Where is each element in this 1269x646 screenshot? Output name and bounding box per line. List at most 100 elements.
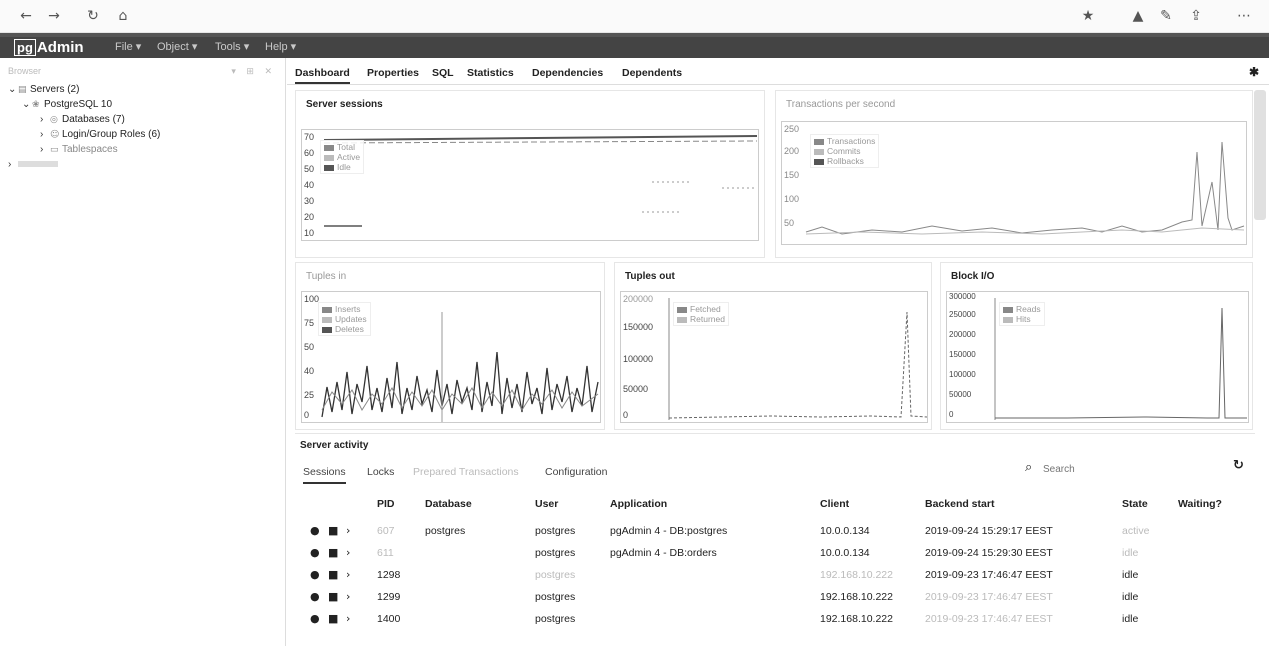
col-header-database[interactable]: Database [425,498,472,510]
cell-state: idle [1122,547,1139,559]
tab-dependencies[interactable]: Dependencies [532,67,603,79]
expand-icon[interactable]: › [346,591,357,602]
cell-state: idle [1122,569,1139,581]
menu-file[interactable]: File ▾ [115,39,141,56]
expand-icon[interactable]: › [346,547,357,558]
table-row[interactable]: ● ■ › 607 postgres postgres pgAdmin 4 - … [300,520,1250,542]
legend-item: Rollbacks [814,156,875,166]
stop-icon[interactable]: ■ [328,591,339,602]
subtab-sessions[interactable]: Sessions [303,466,346,484]
cell-client: 10.0.0.134 [820,547,870,559]
pin-icon[interactable]: ✱ [1249,65,1259,79]
expand-icon[interactable]: › [346,613,357,624]
database-icon: ◎ [50,115,58,125]
refresh-icon[interactable]: ↻ [1233,458,1244,473]
tree-header: Browser ▾ ⊞ ✕ [0,66,286,80]
col-header-client[interactable]: Client [820,498,849,510]
server-sessions-lines [323,135,758,227]
search-icon[interactable]: ⌕ [1025,460,1032,475]
tps-legend: Transactions Commits Rollbacks [810,134,880,168]
search-input[interactable] [1043,460,1243,478]
terminate-icon[interactable]: ● [310,547,321,558]
cell-database: postgres [425,525,466,537]
tab-dashboard[interactable]: Dashboard [295,67,350,84]
tuples-in-plot: 100 75 50 40 25 0 Inserts Updates Delete… [301,291,601,423]
tab-dependents[interactable]: Dependents [622,67,682,79]
legend-item: Total [324,142,360,152]
graph-title: Block I/O [951,271,995,282]
cell-user: postgres [535,569,576,581]
tuples-in-legend: Inserts Updates Deletes [318,302,371,336]
cell-pid: 1400 [377,613,401,625]
object-tabs: Dashboard Properties SQL Statistics Depe… [287,61,1269,85]
reload-icon[interactable]: ↻ [85,8,101,24]
arrow-left-icon[interactable]: ← [18,8,34,24]
menubar: pg Admin File ▾ Object ▾ Tools ▾ Help ▾ [0,33,1269,58]
terminate-icon[interactable]: ● [310,591,321,602]
graph-title: Transactions per second [786,99,896,110]
tree-node-databases[interactable]: › ◎ Databases (7) [40,113,125,126]
cell-backend-start: 2019-09-24 15:29:30 EEST [925,547,1053,559]
table-row[interactable]: ● ■ › 1298 postgres 192.168.10.222 2019-… [300,564,1250,586]
subtab-locks[interactable]: Locks [367,466,394,478]
tab-sql[interactable]: SQL [432,67,454,79]
legend-item: Hits [1003,314,1041,324]
col-header-waiting[interactable]: Waiting? [1178,498,1222,510]
menu-help[interactable]: Help ▾ [265,39,296,56]
col-header-state[interactable]: State [1122,498,1148,510]
table-row[interactable]: ● ■ › 611 postgres pgAdmin 4 - DB:orders… [300,542,1250,564]
expand-icon[interactable]: › [346,525,357,536]
terminate-icon[interactable]: ● [310,613,321,624]
tree-node-servers[interactable]: ⌄ ▤ Servers (2) [8,83,79,96]
home-icon[interactable]: ⌂ [115,8,131,24]
graph-block-io: Block I/O 300000 250000 200000 150000 10… [940,262,1253,430]
tree-node-roles[interactable]: › ☺ Login/Group Roles (6) [40,128,160,141]
tuples-out-legend: Fetched Returned [673,302,729,326]
cell-pid: 607 [377,525,395,537]
tree-controls[interactable]: ▾ ⊞ ✕ [231,66,276,77]
tab-properties[interactable]: Properties [367,67,419,79]
tree-node-collapsed[interactable]: › [8,158,58,171]
cell-user: postgres [535,591,576,603]
tree-title: Browser [8,66,42,76]
stop-icon[interactable]: ■ [328,525,339,536]
stop-icon[interactable]: ■ [328,613,339,624]
cell-client: 192.168.10.222 [820,613,893,625]
stop-icon[interactable]: ■ [328,569,339,580]
cell-state: active [1122,525,1150,537]
menu-tools[interactable]: Tools ▾ [215,39,249,56]
tab-statistics[interactable]: Statistics [467,67,514,79]
menu-object[interactable]: Object ▾ [157,39,197,56]
subtab-configuration[interactable]: Configuration [545,466,607,478]
block-io-legend: Reads Hits [999,302,1045,326]
col-header-user[interactable]: User [535,498,558,510]
graph-tuples-in: Tuples in 100 75 50 40 25 0 Inserts Upda… [295,262,605,430]
cell-backend-start: 2019-09-23 17:46:47 EEST [925,591,1053,603]
table-row[interactable]: ● ■ › 1299 postgres 192.168.10.222 2019-… [300,586,1250,608]
table-row[interactable]: ● ■ › 1400 postgres 192.168.10.222 2019-… [300,608,1250,630]
bookmark-icon[interactable]: ▲ [1130,8,1146,24]
expand-icon[interactable]: › [346,569,357,580]
star-icon[interactable]: ★ [1080,8,1096,24]
arrow-right-icon[interactable]: → [46,8,62,24]
cell-client: 192.168.10.222 [820,591,893,603]
stop-icon[interactable]: ■ [328,547,339,558]
cell-client: 10.0.0.134 [820,525,870,537]
col-header-backend-start[interactable]: Backend start [925,498,994,510]
cell-backend-start: 2019-09-24 15:29:17 EEST [925,525,1053,537]
terminate-icon[interactable]: ● [310,569,321,580]
col-header-application[interactable]: Application [610,498,667,510]
subtab-prepared-transactions[interactable]: Prepared Transactions [413,466,519,478]
cell-pid: 611 [377,547,394,559]
browser-toolbar: ← → ↻ ⌂ ★ ▲ ✎ ⇪ ⋯ [0,0,1269,33]
tuples-out-plot: 200000 150000 100000 50000 0 Fetched Ret… [620,291,928,423]
tree-node-postgres[interactable]: ⌄ ❀ PostgreSQL 10 [22,98,112,111]
tree-node-tablespaces[interactable]: › ▭ Tablespaces [40,143,118,156]
col-header-pid[interactable]: PID [377,498,395,510]
share-icon[interactable]: ⇪ [1188,8,1204,24]
terminate-icon[interactable]: ● [310,525,321,536]
pen-icon[interactable]: ✎ [1158,8,1174,24]
scrollbar[interactable] [1254,90,1266,220]
cell-backend-start: 2019-09-23 17:46:47 EEST [925,569,1053,581]
more-icon[interactable]: ⋯ [1236,8,1252,24]
